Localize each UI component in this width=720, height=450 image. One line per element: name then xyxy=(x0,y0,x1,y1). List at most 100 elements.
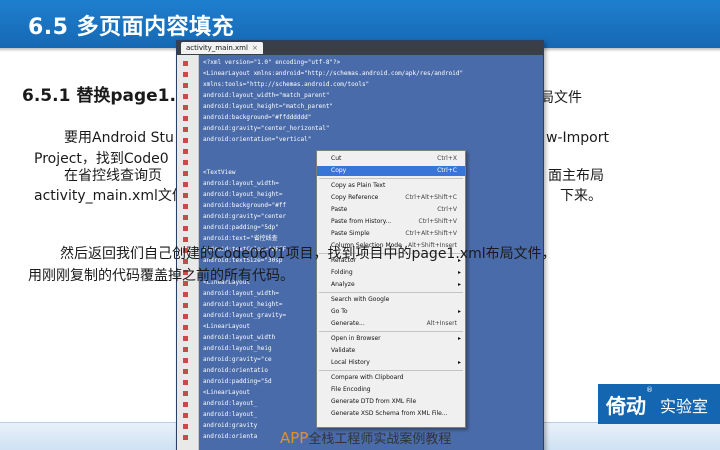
context-menu-item-copy[interactable]: Copy Ctrl+C xyxy=(317,166,465,176)
paragraph-2-line-1-tail: 面主布局 xyxy=(548,168,604,184)
gutter-marker-icon xyxy=(183,336,188,341)
context-menu-item-open-in-browser[interactable]: Open in Browser ▸ xyxy=(317,334,465,344)
gutter-marker-icon xyxy=(183,435,188,440)
code-line: android:padding="5d xyxy=(203,378,272,385)
context-menu-item-label: Cut xyxy=(331,155,342,162)
context-menu-item-label: Generate XSD Schema from XML File... xyxy=(331,410,448,417)
code-line: android:gravity xyxy=(203,422,258,429)
context-menu-shortcut: Ctrl+X xyxy=(437,155,457,162)
gutter-marker-icon xyxy=(183,325,188,330)
context-menu-item-generate-dtd-from-xml-file[interactable]: Generate DTD from XML File xyxy=(317,397,465,407)
context-menu-item-label: Generate DTD from XML File xyxy=(331,398,417,405)
context-menu-item-search-with-google[interactable]: Search with Google xyxy=(317,295,465,305)
code-line: android:orientatio xyxy=(203,367,269,374)
context-menu-item-label: Open in Browser xyxy=(331,335,381,342)
context-menu-item-paste-simple[interactable]: Paste Simple Ctrl+Alt+Shift+V xyxy=(317,229,465,239)
context-menu-item-label: Copy Reference xyxy=(331,194,379,201)
context-menu-item-label: Validate xyxy=(331,347,356,354)
slide-title: 6.5 多页面内容填充 xyxy=(28,15,235,40)
gutter-marker-icon xyxy=(183,413,188,418)
context-menu-item-label: Copy xyxy=(331,167,347,174)
menu-separator xyxy=(319,370,463,371)
code-line: android:layout_ xyxy=(203,411,258,418)
paragraph-2-line-2-tail: 下来。 xyxy=(560,188,602,204)
submenu-arrow-icon: ▸ xyxy=(457,359,461,366)
code-line: xmlns:tools="http://schemas.android.com/… xyxy=(203,81,370,88)
context-menu-item-paste-from-history[interactable]: Paste from History... Ctrl+Shift+V xyxy=(317,217,465,227)
submenu-arrow-icon: ▸ xyxy=(457,281,461,288)
context-menu-item-compare-with-clipboard[interactable]: Compare with Clipboard xyxy=(317,373,465,383)
gutter-marker-icon xyxy=(183,171,188,176)
code-line: android:gravity="center_horizontal" xyxy=(203,125,330,132)
gutter-marker-icon xyxy=(183,127,188,132)
submenu-arrow-icon: ▸ xyxy=(457,269,461,276)
submenu-arrow-icon: ▸ xyxy=(457,335,461,342)
context-menu-item-label: File Encoding xyxy=(331,386,371,393)
context-menu-item-label: Copy as Plain Text xyxy=(331,182,386,189)
context-menu-item-generate[interactable]: Generate... Alt+Insert xyxy=(317,319,465,329)
gutter-marker-icon xyxy=(183,215,188,220)
gutter-marker-icon xyxy=(183,358,188,363)
gutter-marker-icon xyxy=(183,369,188,374)
editor-tab-bar: activity_main.xml × xyxy=(177,41,543,55)
context-menu-item-label: Go To xyxy=(331,308,348,315)
code-line: android:layout_width="match_parent" xyxy=(203,92,330,99)
gutter-marker-icon xyxy=(183,292,188,297)
gutter-marker-icon xyxy=(183,94,188,99)
context-menu-item-copy-reference[interactable]: Copy Reference Ctrl+Alt+Shift+C xyxy=(317,193,465,203)
context-menu-item-analyze[interactable]: Analyze ▸ xyxy=(317,280,465,290)
gutter-marker-icon xyxy=(183,105,188,110)
context-menu-item-copy-as-plain-text[interactable]: Copy as Plain Text xyxy=(317,181,465,191)
context-menu-item-label: Local History xyxy=(331,359,370,366)
footer-caption: APP全栈工程师实战案例教程 xyxy=(280,428,451,447)
context-menu-item-cut[interactable]: Cut Ctrl+X xyxy=(317,154,465,164)
context-menu-shortcut: Ctrl+V xyxy=(437,206,457,213)
code-line: android:text="省控线查 xyxy=(203,235,278,242)
context-menu-shortcut: Ctrl+Shift+V xyxy=(418,218,457,225)
context-menu-item-folding[interactable]: Folding ▸ xyxy=(317,268,465,278)
context-menu-item-label: Search with Google xyxy=(331,296,390,303)
close-icon[interactable]: × xyxy=(252,44,258,52)
context-menu-item-paste[interactable]: Paste Ctrl+V xyxy=(317,205,465,215)
paragraph-1-line-1: 要用Android Stu xyxy=(64,130,174,146)
footer-course-title: 全栈工程师实战案例教程 xyxy=(308,432,452,447)
code-line: android:layout_width xyxy=(203,334,276,341)
code-line: <LinearLayout xyxy=(203,389,250,396)
brand-logo-mark: 倚动 xyxy=(606,394,646,418)
context-menu-item-label: Folding xyxy=(331,269,353,276)
context-menu: Cut Ctrl+X Copy Ctrl+C Copy as Plain Text Cop… xyxy=(316,150,466,428)
code-line: android:orienta xyxy=(203,433,258,440)
gutter-marker-icon xyxy=(183,424,188,429)
context-menu-shortcut: Ctrl+Alt+Shift+V xyxy=(405,230,457,237)
gutter-marker-icon xyxy=(183,61,188,66)
code-line: <LinearLayout xmlns:android="http://sche… xyxy=(203,70,464,77)
context-menu-item-go-to[interactable]: Go To ▸ xyxy=(317,307,465,317)
context-menu-item-label: Paste Simple xyxy=(331,230,370,237)
code-line: android:layout_width= xyxy=(203,180,279,187)
code-line: android:background="#ff xyxy=(203,202,287,209)
code-line: <LinearLayout xyxy=(203,323,250,330)
gutter-marker-icon xyxy=(183,149,188,154)
menu-separator xyxy=(319,292,463,293)
context-menu-item-local-history[interactable]: Local History ▸ xyxy=(317,358,465,368)
code-line: android:padding="5dp" xyxy=(203,224,279,231)
paragraph-3-line-1: 然后返回我们自己创建的Code0601项目，找到项目中的page1.xml布局文… xyxy=(60,246,556,262)
menu-separator xyxy=(319,178,463,179)
code-line: android:gravity="center xyxy=(203,213,287,220)
gutter-marker-icon xyxy=(183,391,188,396)
context-menu-item-label: Generate... xyxy=(331,320,365,327)
tab-activity-main[interactable]: activity_main.xml × xyxy=(181,42,263,54)
gutter-marker-icon xyxy=(183,182,188,187)
code-line: <?xml version="1.0" encoding="utf-8"?> xyxy=(203,59,341,66)
context-menu-item-validate[interactable]: Validate xyxy=(317,346,465,356)
gutter-marker-icon xyxy=(183,314,188,319)
section-subtitle: 6.5.1 替换page1. xyxy=(22,86,176,106)
gutter-marker-icon xyxy=(183,303,188,308)
context-menu-shortcut: Ctrl+Alt+Shift+C xyxy=(405,194,457,201)
paragraph-2-line-1: 在省控线查询页 xyxy=(64,168,162,184)
context-menu-item-file-encoding[interactable]: File Encoding xyxy=(317,385,465,395)
brand-logo-text: 实验室 xyxy=(660,397,709,416)
context-menu-item-generate-xsd-schema-from-xml-file[interactable]: Generate XSD Schema from XML File... xyxy=(317,409,465,419)
gutter-marker-icon xyxy=(183,204,188,209)
context-menu-shortcut: Ctrl+C xyxy=(437,167,457,174)
